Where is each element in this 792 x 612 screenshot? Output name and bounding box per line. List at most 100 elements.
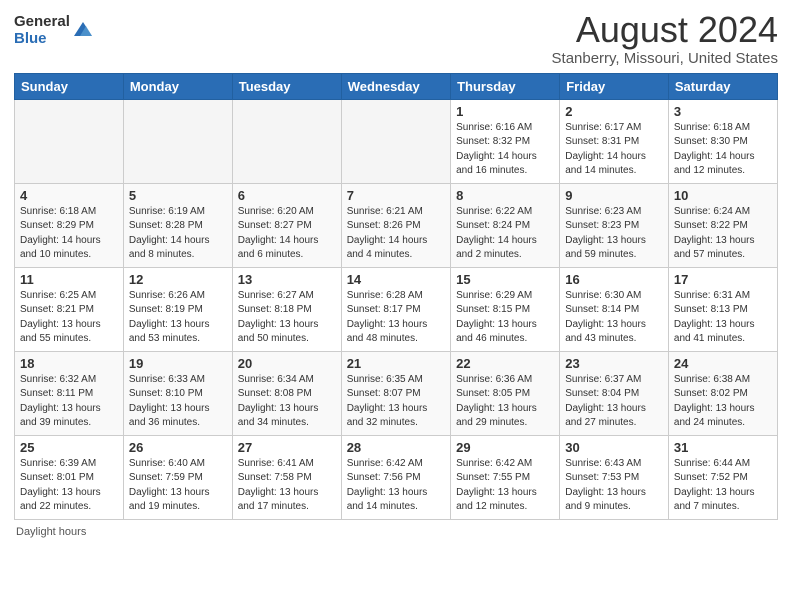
day-detail: Sunrise: 6:39 AM Sunset: 8:01 PM Dayligh…	[20, 457, 118, 515]
page-title: August 2024	[552, 10, 778, 50]
day-number: 6	[238, 188, 336, 203]
calendar-cell: 8 Sunrise: 6:22 AM Sunset: 8:24 PM Daylig…	[451, 183, 560, 267]
day-detail: Sunrise: 6:21 AM Sunset: 8:26 PM Dayligh…	[347, 205, 445, 263]
calendar-cell: 21Sunrise: 6:35 AM Sunset: 8:07 PM Dayli…	[341, 351, 450, 435]
calendar-header-monday: Monday	[123, 73, 232, 99]
day-detail: Sunrise: 6:25 AM Sunset: 8:21 PM Dayligh…	[20, 289, 118, 347]
day-number: 15	[456, 272, 554, 287]
calendar-header-row: SundayMondayTuesdayWednesdayThursdayFrid…	[15, 73, 778, 99]
calendar-cell: 18 Sunrise: 6:32 AM Sunset: 8:11 PM Dayli…	[15, 351, 124, 435]
day-detail: Sunrise: 6:43 AM Sunset: 7:53 PM Dayligh…	[565, 457, 663, 515]
calendar-cell: 17 Sunrise: 6:31 AM Sunset: 8:13 PM Dayli…	[668, 267, 777, 351]
calendar-header-friday: Friday	[560, 73, 669, 99]
page-header: General Blue August 2024 Stanberry, Miss…	[14, 10, 778, 67]
day-number: 17	[674, 272, 772, 287]
day-detail: Sunrise: 6:36 AM Sunset: 8:05 PM Dayligh…	[456, 373, 554, 431]
day-detail: Sunrise: 6:40 AM Sunset: 7:59 PM Dayligh…	[129, 457, 227, 515]
day-number: 3	[674, 104, 772, 119]
page-subtitle: Stanberry, Missouri, United States	[552, 50, 778, 67]
day-detail: Sunrise: 6:19 AM Sunset: 8:28 PM Dayligh…	[129, 205, 227, 263]
day-detail: Sunrise: 6:42 AM Sunset: 7:55 PM Dayligh…	[456, 457, 554, 515]
day-number: 1	[456, 104, 554, 119]
calendar-cell: 13Sunrise: 6:27 AM Sunset: 8:18 PM Dayli…	[232, 267, 341, 351]
day-detail: Sunrise: 6:31 AM Sunset: 8:13 PM Dayligh…	[674, 289, 772, 347]
calendar-cell: 9 Sunrise: 6:23 AM Sunset: 8:23 PM Daylig…	[560, 183, 669, 267]
calendar-cell: 15 Sunrise: 6:29 AM Sunset: 8:15 PM Dayli…	[451, 267, 560, 351]
calendar-cell: 14 Sunrise: 6:28 AM Sunset: 8:17 PM Dayli…	[341, 267, 450, 351]
calendar-cell: 2 Sunrise: 6:17 AM Sunset: 8:31 PM Daylig…	[560, 99, 669, 183]
day-detail: Sunrise: 6:33 AM Sunset: 8:10 PM Dayligh…	[129, 373, 227, 431]
day-number: 9	[565, 188, 663, 203]
day-number: 14	[347, 272, 445, 287]
calendar-cell: 20 Sunrise: 6:34 AM Sunset: 8:08 PM Dayli…	[232, 351, 341, 435]
calendar-header-saturday: Saturday	[668, 73, 777, 99]
day-detail: Sunrise: 6:32 AM Sunset: 8:11 PM Dayligh…	[20, 373, 118, 431]
calendar-cell: 5 Sunrise: 6:19 AM Sunset: 8:28 PM Daylig…	[123, 183, 232, 267]
day-number: 25	[20, 440, 118, 455]
day-detail: Sunrise: 6:38 AM Sunset: 8:02 PM Dayligh…	[674, 373, 772, 431]
day-number: 20	[238, 356, 336, 371]
day-detail: Sunrise: 6:26 AM Sunset: 8:19 PM Dayligh…	[129, 289, 227, 347]
day-detail: Sunrise: 6:22 AM Sunset: 8:24 PM Dayligh…	[456, 205, 554, 263]
day-detail: Sunrise: 6:30 AM Sunset: 8:14 PM Dayligh…	[565, 289, 663, 347]
calendar-cell: 26 Sunrise: 6:40 AM Sunset: 7:59 PM Dayli…	[123, 435, 232, 519]
calendar-week-5: 25 Sunrise: 6:39 AM Sunset: 8:01 PM Dayli…	[15, 435, 778, 519]
day-number: 10	[674, 188, 772, 203]
calendar-cell: 6 Sunrise: 6:20 AM Sunset: 8:27 PM Daylig…	[232, 183, 341, 267]
calendar-cell: 30Sunrise: 6:43 AM Sunset: 7:53 PM Dayli…	[560, 435, 669, 519]
calendar-cell	[232, 99, 341, 183]
calendar-cell: 4 Sunrise: 6:18 AM Sunset: 8:29 PM Daylig…	[15, 183, 124, 267]
calendar-cell: 24Sunrise: 6:38 AM Sunset: 8:02 PM Dayli…	[668, 351, 777, 435]
calendar-cell: 3Sunrise: 6:18 AM Sunset: 8:30 PM Daylig…	[668, 99, 777, 183]
day-detail: Sunrise: 6:23 AM Sunset: 8:23 PM Dayligh…	[565, 205, 663, 263]
calendar-header-wednesday: Wednesday	[341, 73, 450, 99]
calendar-cell: 23 Sunrise: 6:37 AM Sunset: 8:04 PM Dayli…	[560, 351, 669, 435]
day-detail: Sunrise: 6:18 AM Sunset: 8:29 PM Dayligh…	[20, 205, 118, 263]
logo-general: General	[14, 14, 70, 31]
day-number: 8	[456, 188, 554, 203]
calendar-cell: 12 Sunrise: 6:26 AM Sunset: 8:19 PM Dayli…	[123, 267, 232, 351]
calendar-cell: 7 Sunrise: 6:21 AM Sunset: 8:26 PM Daylig…	[341, 183, 450, 267]
calendar-cell: 10Sunrise: 6:24 AM Sunset: 8:22 PM Dayli…	[668, 183, 777, 267]
logo: General Blue	[14, 14, 94, 47]
day-number: 22	[456, 356, 554, 371]
calendar-cell	[123, 99, 232, 183]
day-number: 28	[347, 440, 445, 455]
day-number: 16	[565, 272, 663, 287]
logo-icon	[72, 18, 94, 40]
day-detail: Sunrise: 6:20 AM Sunset: 8:27 PM Dayligh…	[238, 205, 336, 263]
day-number: 2	[565, 104, 663, 119]
day-detail: Sunrise: 6:29 AM Sunset: 8:15 PM Dayligh…	[456, 289, 554, 347]
day-detail: Sunrise: 6:28 AM Sunset: 8:17 PM Dayligh…	[347, 289, 445, 347]
day-number: 7	[347, 188, 445, 203]
day-number: 23	[565, 356, 663, 371]
day-detail: Sunrise: 6:37 AM Sunset: 8:04 PM Dayligh…	[565, 373, 663, 431]
day-detail: Sunrise: 6:42 AM Sunset: 7:56 PM Dayligh…	[347, 457, 445, 515]
day-number: 31	[674, 440, 772, 455]
day-number: 12	[129, 272, 227, 287]
calendar-cell: 27Sunrise: 6:41 AM Sunset: 7:58 PM Dayli…	[232, 435, 341, 519]
calendar-cell: 16 Sunrise: 6:30 AM Sunset: 8:14 PM Dayli…	[560, 267, 669, 351]
calendar-cell	[15, 99, 124, 183]
day-detail: Sunrise: 6:27 AM Sunset: 8:18 PM Dayligh…	[238, 289, 336, 347]
day-detail: Sunrise: 6:34 AM Sunset: 8:08 PM Dayligh…	[238, 373, 336, 431]
calendar-week-2: 4 Sunrise: 6:18 AM Sunset: 8:29 PM Daylig…	[15, 183, 778, 267]
day-number: 18	[20, 356, 118, 371]
calendar-cell	[341, 99, 450, 183]
calendar-cell: 22 Sunrise: 6:36 AM Sunset: 8:05 PM Dayli…	[451, 351, 560, 435]
day-number: 5	[129, 188, 227, 203]
day-number: 27	[238, 440, 336, 455]
calendar-cell: 29Sunrise: 6:42 AM Sunset: 7:55 PM Dayli…	[451, 435, 560, 519]
calendar-header-tuesday: Tuesday	[232, 73, 341, 99]
calendar-week-1: 1 Sunrise: 6:16 AM Sunset: 8:32 PM Daylig…	[15, 99, 778, 183]
day-detail: Sunrise: 6:17 AM Sunset: 8:31 PM Dayligh…	[565, 121, 663, 179]
title-block: August 2024 Stanberry, Missouri, United …	[552, 10, 778, 67]
calendar-cell: 11 Sunrise: 6:25 AM Sunset: 8:21 PM Dayli…	[15, 267, 124, 351]
day-detail: Sunrise: 6:16 AM Sunset: 8:32 PM Dayligh…	[456, 121, 554, 179]
calendar-week-3: 11 Sunrise: 6:25 AM Sunset: 8:21 PM Dayli…	[15, 267, 778, 351]
day-number: 4	[20, 188, 118, 203]
day-number: 26	[129, 440, 227, 455]
day-number: 11	[20, 272, 118, 287]
calendar-cell: 31Sunrise: 6:44 AM Sunset: 7:52 PM Dayli…	[668, 435, 777, 519]
calendar-table: SundayMondayTuesdayWednesdayThursdayFrid…	[14, 73, 778, 520]
